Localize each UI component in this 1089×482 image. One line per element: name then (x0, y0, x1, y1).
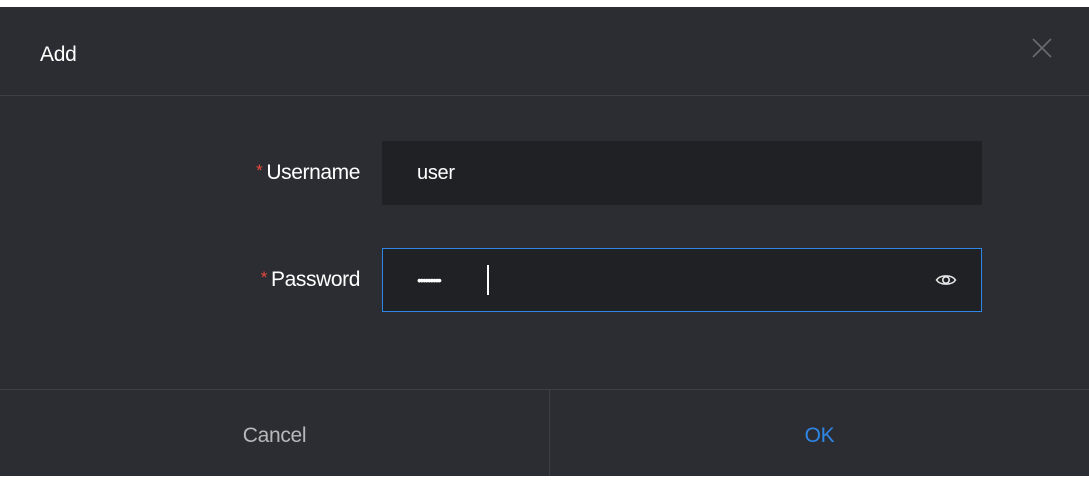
ok-button[interactable]: OK (550, 390, 1089, 476)
username-row: * Username user (0, 141, 1089, 207)
username-value: user (417, 162, 455, 184)
close-icon[interactable] (1031, 37, 1053, 59)
cancel-button[interactable]: Cancel (0, 390, 550, 476)
dialog-body: * Username user * Password ••••••••• (0, 96, 1089, 389)
required-mark: * (260, 268, 268, 287)
password-label-text: Password (270, 268, 360, 291)
dialog-footer: Cancel OK (0, 389, 1089, 476)
text-caret (487, 265, 489, 295)
username-label: * Username (256, 141, 360, 207)
password-row: * Password ••••••••• (0, 248, 1089, 314)
add-dialog: Add *Username user *Password ••••••••• (0, 7, 1089, 476)
username-label-text: Username (266, 161, 360, 184)
required-mark: * (256, 161, 263, 180)
eye-icon[interactable] (935, 270, 957, 290)
password-label: * Password (260, 248, 361, 314)
password-field[interactable]: ••••••••• (382, 248, 982, 312)
password-masked-value: ••••••••• (417, 272, 442, 288)
dialog-header: Add (0, 7, 1089, 96)
dialog-title: Add (40, 43, 77, 66)
username-field[interactable]: user (382, 141, 982, 205)
